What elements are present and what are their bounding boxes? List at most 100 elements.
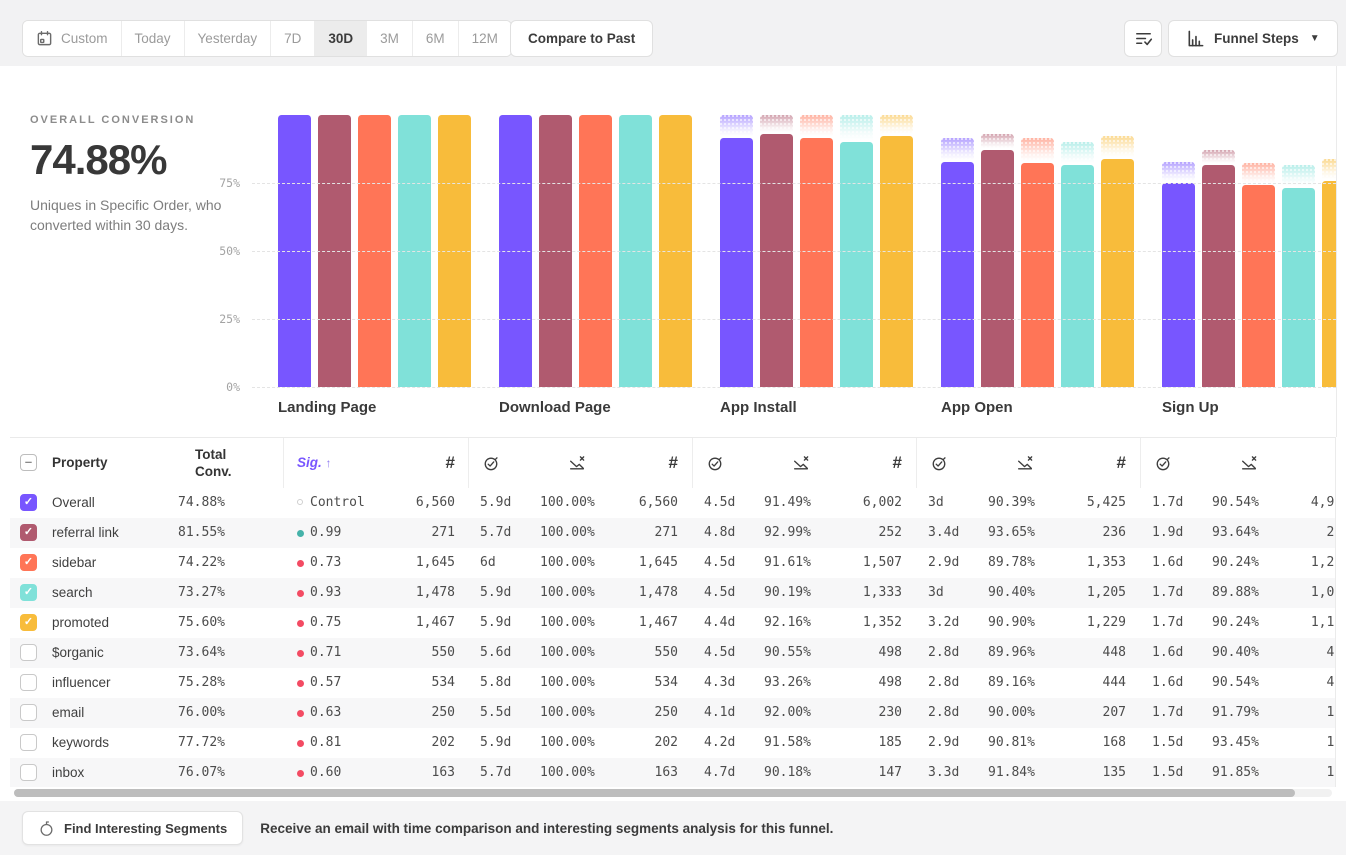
scrollbar-thumb[interactable] xyxy=(14,789,1295,797)
funnel-bar-overall[interactable] xyxy=(720,138,753,387)
chevron-down-icon: ▼ xyxy=(1310,33,1320,44)
date-range-custom[interactable]: Custom xyxy=(23,21,121,56)
funnel-bar-promoted[interactable] xyxy=(1322,181,1336,387)
step-count: 230 xyxy=(802,698,902,728)
step-count: 124 xyxy=(1250,758,1336,787)
step-count: 202 xyxy=(355,728,455,758)
funnel-bar-overall[interactable] xyxy=(1162,183,1195,387)
significance-value: 0.75 xyxy=(310,608,341,638)
find-interesting-segments-button[interactable]: Find Interesting Segments xyxy=(22,811,243,845)
funnel-bar-sidebar[interactable] xyxy=(800,138,833,387)
funnel-bar-search[interactable] xyxy=(1061,165,1094,387)
row-checkbox[interactable]: ✓ xyxy=(20,494,37,511)
row-checkbox[interactable]: ✓ xyxy=(20,524,37,541)
funnel-bar-sidebar[interactable] xyxy=(1021,163,1054,387)
row-checkbox[interactable] xyxy=(20,644,37,661)
row-checkbox[interactable]: ✓ xyxy=(20,584,37,601)
horizontal-scrollbar[interactable] xyxy=(14,789,1332,797)
bar-dropoff-ghost xyxy=(1101,136,1134,157)
date-range-6m[interactable]: 6M xyxy=(412,21,458,56)
table-row-keywords[interactable]: keywords77.72%0.812025.9d100.00%2024.2d9… xyxy=(10,728,1335,758)
step-count: 6,560 xyxy=(578,488,678,518)
avg-time-to-convert: 1.6d xyxy=(1152,638,1183,668)
significance-dot-negative xyxy=(297,620,304,627)
avg-time-to-convert: 2.9d xyxy=(928,728,959,758)
date-range-7d[interactable]: 7D xyxy=(270,21,314,56)
table-row-referral-link[interactable]: ✓referral link81.55%0.992715.7d100.00%27… xyxy=(10,518,1335,548)
step-count: 202 xyxy=(578,728,678,758)
property-name: search xyxy=(52,578,93,608)
count-column-header: # xyxy=(1290,438,1336,488)
step-count: 1,645 xyxy=(355,548,455,578)
list-filter-check-icon xyxy=(1134,29,1153,48)
edit-columns-button[interactable] xyxy=(1124,20,1162,57)
funnel-bar-search[interactable] xyxy=(840,142,873,387)
date-range-12m[interactable]: 12M xyxy=(458,21,511,56)
step-count: 550 xyxy=(578,638,678,668)
bar-dropoff-ghost xyxy=(1202,150,1235,163)
avg-time-to-convert: 3d xyxy=(928,578,944,608)
step-count: 147 xyxy=(802,758,902,787)
step-count: 236 xyxy=(1026,518,1126,548)
row-checkbox[interactable] xyxy=(20,764,37,781)
funnel-bar-referral-link[interactable] xyxy=(981,150,1014,387)
table-row-influencer[interactable]: influencer75.28%0.575345.8d100.00%5344.3… xyxy=(10,668,1335,698)
table-row-sidebar[interactable]: ✓sidebar74.22%0.731,6456d100.00%1,6454.5… xyxy=(10,548,1335,578)
row-checkbox[interactable]: ✓ xyxy=(20,614,37,631)
date-range-yesterday[interactable]: Yesterday xyxy=(184,21,271,56)
step-count: 1,083 xyxy=(1250,578,1336,608)
row-checkbox[interactable] xyxy=(20,704,37,721)
significance-dot-positive xyxy=(297,530,304,537)
avg-time-to-convert: 1.7d xyxy=(1152,608,1183,638)
table-row-email[interactable]: email76.00%0.632505.5d100.00%2504.1d92.0… xyxy=(10,698,1335,728)
significance-value: 0.99 xyxy=(310,518,341,548)
total-conversion-value: 76.00% xyxy=(145,698,225,728)
funnel-bar-referral-link[interactable] xyxy=(760,134,793,387)
step-count: 498 xyxy=(802,638,902,668)
avg-time-to-convert: 4.5d xyxy=(704,638,735,668)
y-axis-tick: 50% xyxy=(196,244,240,258)
date-range-label: 7D xyxy=(284,31,301,46)
step-count: 252 xyxy=(802,518,902,548)
date-range-30d[interactable]: 30D xyxy=(314,21,366,56)
row-checkbox[interactable]: ✓ xyxy=(20,554,37,571)
date-range-3m[interactable]: 3M xyxy=(366,21,412,56)
find-interesting-segments-label: Find Interesting Segments xyxy=(64,821,227,836)
row-checkbox[interactable] xyxy=(20,734,37,751)
table-row-organic[interactable]: $organic73.64%0.715505.6d100.00%5504.5d9… xyxy=(10,638,1335,668)
avg-time-to-convert: 3d xyxy=(928,488,944,518)
avg-time-to-convert: 4.4d xyxy=(704,608,735,638)
step-count: 271 xyxy=(578,518,678,548)
funnel-steps-dropdown[interactable]: Funnel Steps ▼ xyxy=(1168,20,1338,57)
bar-dropoff-ghost xyxy=(720,115,753,136)
funnel-bar-overall[interactable] xyxy=(941,162,974,387)
table-row-overall[interactable]: ✓Overall74.88%Control6,5605.9d100.00%6,5… xyxy=(10,488,1335,518)
date-range-today[interactable]: Today xyxy=(121,21,184,56)
property-name: Overall xyxy=(52,488,95,518)
compare-to-past-label: Compare to Past xyxy=(528,31,635,46)
funnel-bar-referral-link[interactable] xyxy=(1202,165,1235,387)
table-row-search[interactable]: ✓search73.27%0.931,4785.9d100.00%1,4784.… xyxy=(10,578,1335,608)
funnel-bar-search[interactable] xyxy=(1282,188,1315,387)
bar-dropoff-ghost xyxy=(1061,142,1094,164)
significance-column-header[interactable]: Sig. ↑ xyxy=(297,438,332,488)
table-row-promoted[interactable]: ✓promoted75.60%0.751,4675.9d100.00%1,467… xyxy=(10,608,1335,638)
step-count: 1,333 xyxy=(802,578,902,608)
select-all-checkbox[interactable]: – xyxy=(20,454,37,471)
avg-time-to-convert: 3.2d xyxy=(928,608,959,638)
avg-time-to-convert: 5.9d xyxy=(480,608,511,638)
avg-time-to-convert: 5.6d xyxy=(480,638,511,668)
total-conversion-value: 81.55% xyxy=(145,518,225,548)
funnel-bar-sidebar[interactable] xyxy=(1242,185,1275,387)
funnel-bar-promoted[interactable] xyxy=(1101,159,1134,387)
footer-message: Receive an email with time comparison an… xyxy=(260,821,833,836)
table-row-inbox[interactable]: inbox76.07%0.601635.7d100.00%1634.7d90.1… xyxy=(10,758,1335,787)
step-count: 6,560 xyxy=(355,488,455,518)
y-axis-tick: 25% xyxy=(196,312,240,326)
funnel-bar-promoted[interactable] xyxy=(880,136,913,387)
stopwatch-check-icon xyxy=(1154,454,1172,475)
row-checkbox[interactable] xyxy=(20,674,37,691)
property-name: sidebar xyxy=(52,548,96,578)
step-count: 1,109 xyxy=(1250,608,1336,638)
compare-to-past-button[interactable]: Compare to Past xyxy=(510,20,653,57)
